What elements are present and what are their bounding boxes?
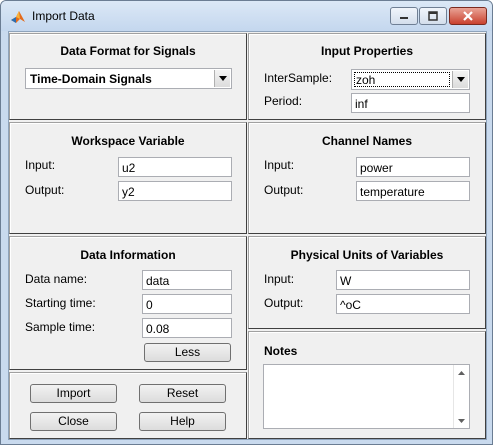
input-properties-panel: Input Properties InterSample: zoh Period…: [248, 33, 486, 120]
channel-output-field[interactable]: temperature: [356, 181, 470, 201]
import-button[interactable]: Import: [30, 384, 117, 403]
input-properties-title: Input Properties: [320, 44, 413, 58]
units-output-field[interactable]: ^oC: [336, 294, 470, 314]
intersample-select[interactable]: zoh: [351, 69, 470, 90]
notes-panel: Notes: [248, 331, 486, 439]
workspace-input-label: Input:: [25, 158, 56, 172]
workspace-output-label: Output:: [25, 183, 65, 197]
scroll-down-button[interactable]: [454, 413, 469, 428]
scroll-up-icon: [458, 370, 465, 375]
units-input-field[interactable]: W: [336, 270, 470, 290]
data-format-select[interactable]: Time-Domain Signals: [25, 68, 232, 89]
close-button[interactable]: Close: [30, 412, 117, 431]
chevron-down-icon: [456, 77, 465, 82]
physical-units-panel: Physical Units of Variables Input: W Out…: [248, 236, 486, 329]
scroll-up-button[interactable]: [454, 365, 469, 380]
intersample-value: zoh: [356, 73, 376, 87]
maximize-button[interactable]: [419, 7, 447, 25]
title-bar[interactable]: Import Data: [1, 1, 492, 31]
reset-button[interactable]: Reset: [139, 384, 226, 403]
window-title: Import Data: [32, 9, 95, 23]
data-name-field[interactable]: data: [142, 270, 232, 290]
data-format-value: Time-Domain Signals: [30, 72, 152, 86]
period-label: Period:: [264, 94, 303, 108]
channel-input-label: Input:: [264, 158, 295, 172]
action-buttons-panel: Import Reset Close Help: [9, 372, 247, 439]
workspace-variable-panel: Workspace Variable Input: u2 Output: y2: [9, 122, 247, 234]
units-input-label: Input:: [264, 272, 295, 286]
maximize-icon: [428, 11, 438, 21]
minimize-button[interactable]: [390, 7, 418, 25]
scroll-down-icon: [458, 418, 465, 423]
dropdown-arrow-button[interactable]: [452, 71, 468, 88]
sample-time-label: Sample time:: [25, 320, 96, 334]
units-output-label: Output:: [264, 296, 304, 310]
workspace-variable-title: Workspace Variable: [71, 134, 185, 148]
data-format-title: Data Format for Signals: [60, 44, 196, 58]
channel-names-panel: Channel Names Input: power Output: tempe…: [248, 122, 486, 234]
workspace-output-field[interactable]: y2: [118, 181, 232, 201]
physical-units-title: Physical Units of Variables: [290, 248, 444, 262]
workspace-input-field[interactable]: u2: [118, 157, 232, 177]
channel-input-field[interactable]: power: [356, 157, 470, 177]
chevron-down-icon: [218, 76, 227, 81]
period-field[interactable]: inf: [351, 93, 470, 113]
channel-names-title: Channel Names: [321, 134, 413, 148]
notes-textarea[interactable]: [263, 364, 470, 429]
less-button[interactable]: Less: [144, 343, 231, 362]
data-information-title: Data Information: [80, 248, 176, 262]
intersample-label: InterSample:: [264, 71, 333, 85]
starting-time-field[interactable]: 0: [142, 294, 232, 314]
data-format-panel: Data Format for Signals Time-Domain Sign…: [9, 33, 247, 120]
notes-title: Notes: [264, 344, 298, 358]
dialog-client-area: Data Format for Signals Time-Domain Sign…: [8, 31, 487, 440]
channel-output-label: Output:: [264, 183, 304, 197]
close-icon: [463, 11, 473, 21]
import-data-window: Import Data Data Format for Signals Time…: [0, 0, 493, 445]
data-information-panel: Data Information Data name: data Startin…: [9, 236, 247, 370]
minimize-icon: [400, 17, 408, 19]
starting-time-label: Starting time:: [25, 296, 96, 310]
data-name-label: Data name:: [25, 272, 88, 286]
close-window-button[interactable]: [449, 7, 487, 25]
sample-time-field[interactable]: 0.08: [142, 318, 232, 338]
notes-scrollbar[interactable]: [453, 365, 469, 428]
dropdown-arrow-button[interactable]: [214, 70, 230, 87]
matlab-icon: [11, 11, 25, 23]
help-button[interactable]: Help: [139, 412, 226, 431]
